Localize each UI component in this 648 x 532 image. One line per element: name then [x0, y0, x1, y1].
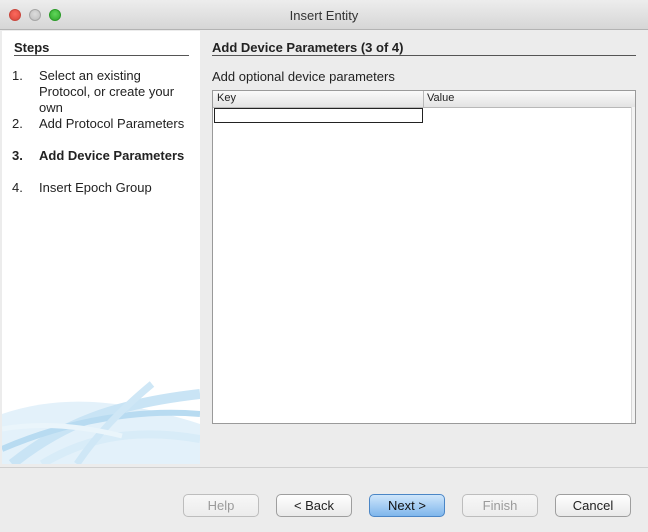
table-scrollbar-track[interactable] — [631, 107, 635, 423]
title-bar: Insert Entity — [0, 0, 648, 30]
column-header-key[interactable]: Key — [217, 92, 236, 104]
footer-divider — [0, 467, 648, 468]
step-label: Select an existing Protocol, or create y… — [39, 68, 175, 115]
steps-panel: Steps 1. Select an existing Protocol, or… — [2, 31, 200, 464]
steps-heading: Steps — [14, 40, 50, 55]
step-label: Add Device Parameters — [39, 148, 185, 163]
step-number: 1. — [12, 68, 23, 83]
page-title: Add Device Parameters (3 of 4) — [212, 40, 404, 55]
step-number: 3. — [12, 148, 23, 163]
parameters-table[interactable]: Key Value — [212, 90, 636, 424]
title-divider — [212, 55, 636, 56]
finish-button[interactable]: Finish — [462, 494, 538, 517]
key-cell-editor[interactable] — [214, 108, 423, 123]
column-header-value[interactable]: Value — [427, 92, 454, 104]
next-button[interactable]: Next > — [369, 494, 445, 517]
page-subtitle: Add optional device parameters — [212, 69, 395, 84]
step-number: 4. — [12, 180, 23, 195]
help-button[interactable]: Help — [183, 494, 259, 517]
insert-entity-dialog: Insert Entity Steps 1. Select an existin… — [0, 0, 648, 532]
step-label: Insert Epoch Group — [39, 180, 152, 195]
window-title: Insert Entity — [289, 8, 359, 23]
table-header: Key Value — [213, 91, 635, 108]
back-button[interactable]: < Back — [276, 494, 352, 517]
decorative-swoosh-graphic — [2, 381, 200, 464]
column-divider[interactable] — [423, 91, 424, 107]
step-label: Add Protocol Parameters — [39, 116, 185, 131]
cancel-button[interactable]: Cancel — [555, 494, 631, 517]
step-number: 2. — [12, 116, 23, 131]
steps-divider — [14, 55, 189, 56]
